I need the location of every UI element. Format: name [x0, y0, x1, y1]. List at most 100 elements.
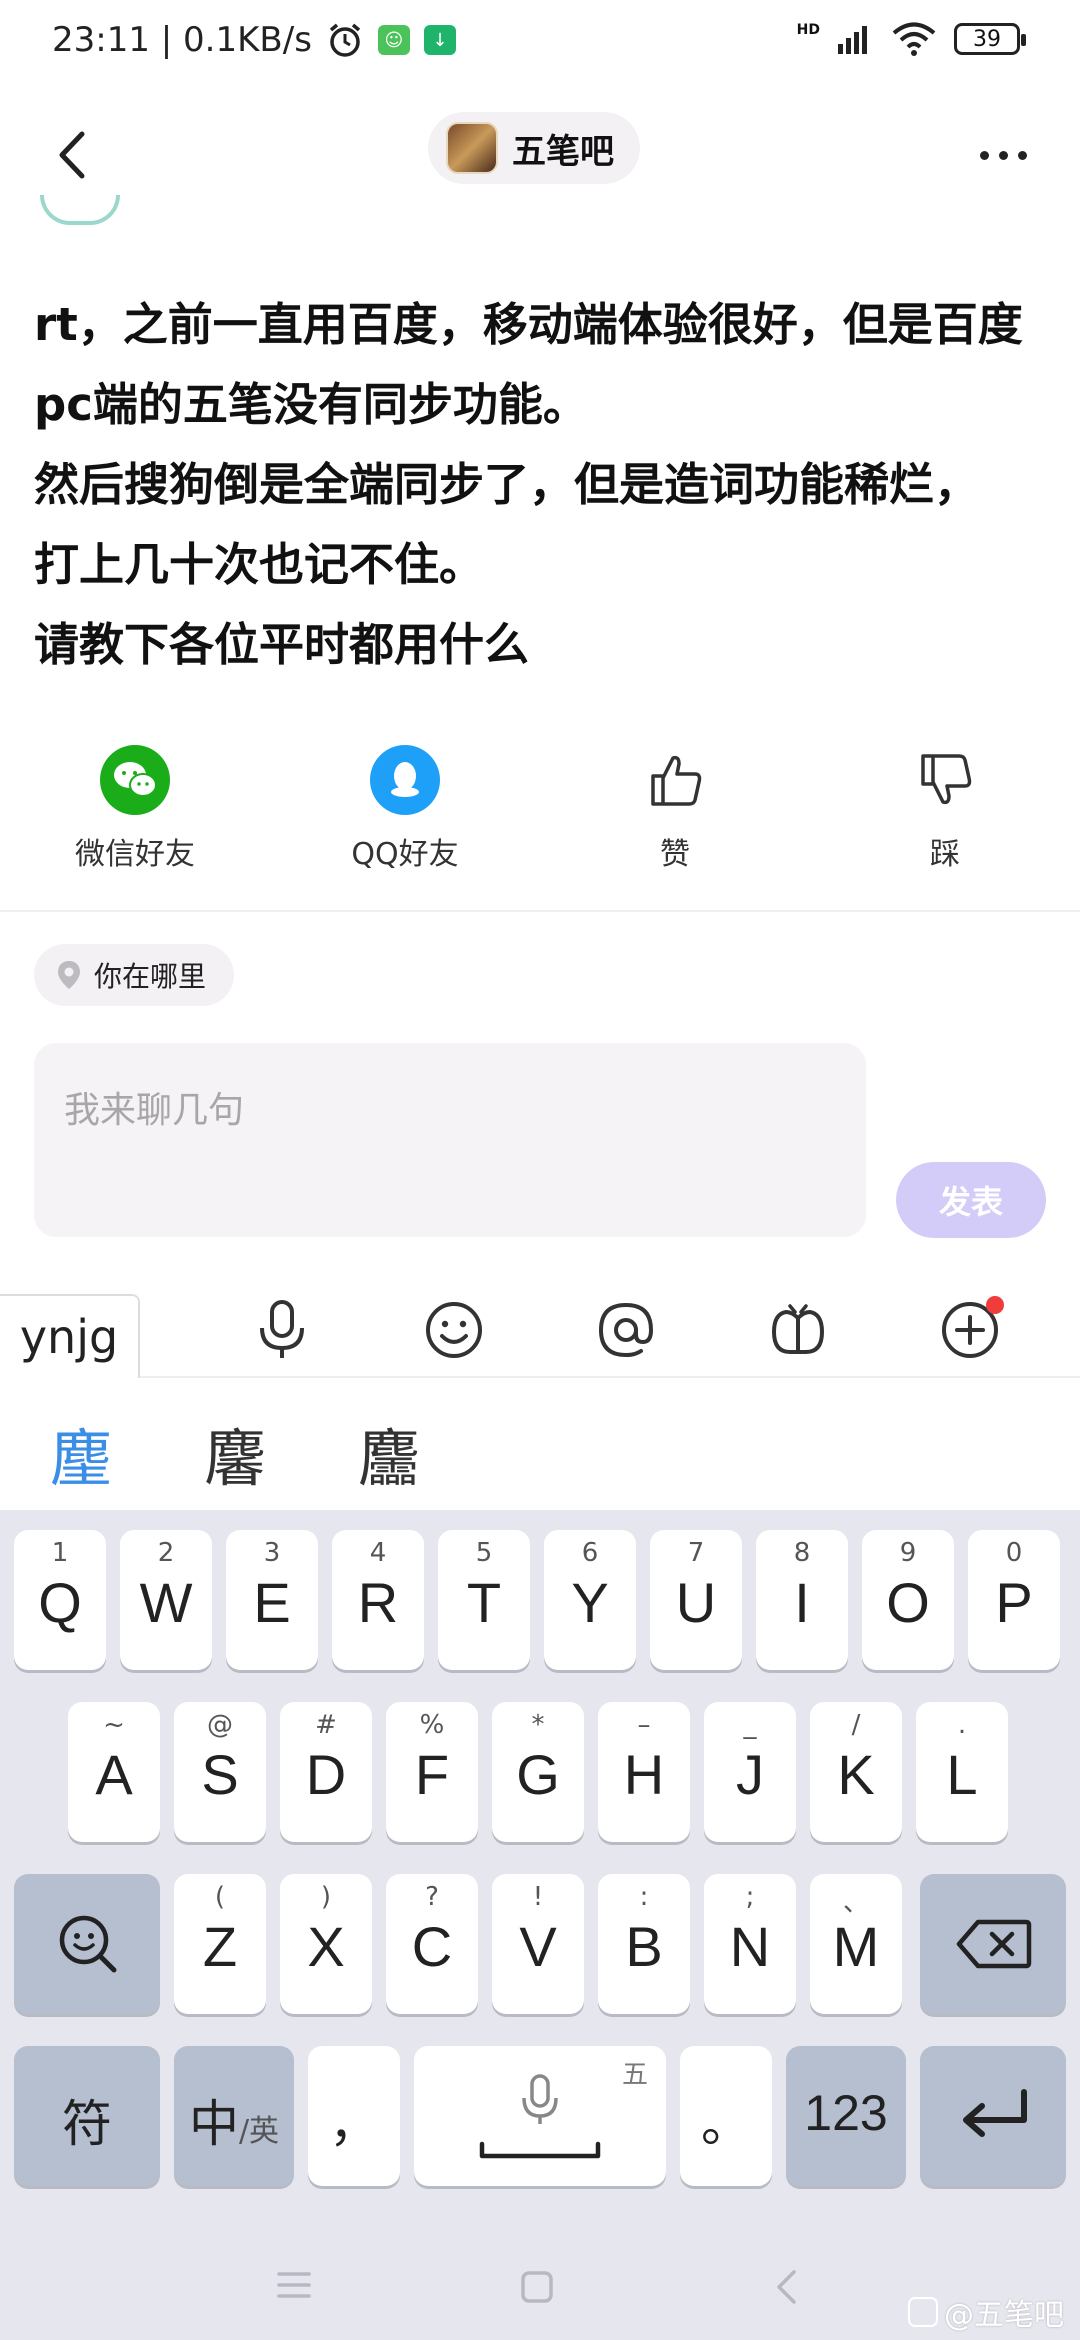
- thumbs-down-icon: [910, 745, 980, 815]
- more-attachments-button[interactable]: [934, 1294, 1006, 1366]
- tv-gift-icon: [772, 1304, 824, 1354]
- ime-composition: ynjg: [0, 1294, 140, 1378]
- key-main: E: [253, 1571, 291, 1634]
- key-i[interactable]: 8I: [756, 1530, 848, 1670]
- key-sub: 0: [1005, 1538, 1023, 1568]
- forum-header-button[interactable]: 五笔吧: [428, 112, 640, 184]
- gift-button[interactable]: [762, 1294, 834, 1366]
- key-c[interactable]: ? C: [386, 1874, 478, 2014]
- key-t[interactable]: 5T: [438, 1530, 530, 1670]
- key-k[interactable]: / K: [810, 1702, 902, 1842]
- key-o[interactable]: 9O: [862, 1530, 954, 1670]
- comment-input[interactable]: 我来聊几句: [34, 1043, 866, 1237]
- section-divider: [0, 910, 1080, 912]
- key-s[interactable]: @ S: [174, 1702, 266, 1842]
- space-key[interactable]: 五: [414, 2046, 666, 2186]
- emoji-button[interactable]: [418, 1294, 490, 1366]
- backspace-icon: [956, 1919, 1032, 1969]
- key-z[interactable]: (Z: [174, 1874, 266, 2014]
- network-hd-label: HD: [796, 22, 820, 38]
- key-sub: 1: [51, 1538, 69, 1568]
- more-dot-icon: [1017, 150, 1027, 160]
- key-sub: ?: [425, 1882, 439, 1912]
- key-sub: /: [851, 1710, 861, 1740]
- back-nav-icon[interactable]: [772, 2268, 800, 2306]
- location-pin-icon: [58, 961, 80, 989]
- key-sub: 7: [687, 1538, 705, 1568]
- more-dot-icon: [979, 150, 989, 160]
- location-chip-label: 你在哪里: [94, 960, 207, 993]
- home-nav-icon[interactable]: [520, 2270, 554, 2304]
- key-n[interactable]: ; N: [704, 1874, 796, 2014]
- ime-keyboard: 1Q 2W 3E 4R 5T 6Y 7U 8I 9O 0P ~ A @ S # D %…: [0, 1510, 1080, 2340]
- forum-avatar: [446, 122, 498, 174]
- key-sub: *: [531, 1710, 545, 1740]
- send-button[interactable]: 发表: [896, 1162, 1046, 1238]
- voice-search-key[interactable]: [14, 1874, 160, 2014]
- key-b[interactable]: :B: [598, 1874, 690, 2014]
- key-sub: .: [957, 1710, 967, 1740]
- key-main: T: [466, 1571, 502, 1634]
- smiley-icon: [426, 1302, 482, 1358]
- lang-switch-key[interactable]: 中/英: [174, 2046, 294, 2186]
- search-voice-icon: [59, 1915, 117, 1973]
- key-x[interactable]: ) X: [280, 1874, 372, 2014]
- backspace-key[interactable]: [920, 1874, 1066, 2014]
- key-r[interactable]: 4R: [332, 1530, 424, 1670]
- post-line: 然后搜狗倒是全端同步了，但是造词功能稀烂，: [34, 458, 980, 511]
- key-f[interactable]: % F: [386, 1702, 478, 1842]
- key-main: Q: [38, 1571, 82, 1634]
- share-wechat-button[interactable]: 微信好友: [35, 745, 235, 873]
- key-e[interactable]: 3E: [226, 1530, 318, 1670]
- space-hint: 五: [621, 2060, 648, 2090]
- key-main: K: [837, 1743, 875, 1806]
- ime-candidate-bar: 麈 麘 麢: [0, 1380, 1080, 1510]
- key-sub: ): [320, 1882, 332, 1912]
- like-button[interactable]: 赞: [575, 745, 775, 873]
- forum-name: 五笔吧: [512, 131, 614, 172]
- key-l[interactable]: .L: [916, 1702, 1008, 1842]
- dislike-button[interactable]: 踩: [845, 745, 1045, 873]
- enter-key[interactable]: [920, 2046, 1066, 2186]
- key-w[interactable]: 2W: [120, 1530, 212, 1670]
- key-v[interactable]: ! V: [492, 1874, 584, 2014]
- period-key[interactable]: 。: [680, 2046, 772, 2186]
- key-h[interactable]: – H: [598, 1702, 690, 1842]
- ime-candidate[interactable]: 麘: [204, 1408, 266, 1498]
- back-button[interactable]: [40, 120, 110, 190]
- location-chip[interactable]: 你在哪里: [34, 944, 235, 1006]
- key-sub: _: [743, 1710, 757, 1740]
- more-dot-icon: [998, 150, 1008, 160]
- more-options-button[interactable]: [968, 120, 1038, 190]
- ime-candidate[interactable]: 麢: [358, 1408, 420, 1498]
- key-a[interactable]: ~ A: [68, 1702, 160, 1842]
- comment-toolbar: [0, 1282, 1080, 1378]
- key-u[interactable]: 7U: [650, 1530, 742, 1670]
- mention-button[interactable]: [590, 1294, 662, 1366]
- voice-input-button[interactable]: [246, 1294, 318, 1366]
- key-p[interactable]: 0P: [968, 1530, 1060, 1670]
- key-g[interactable]: * G: [492, 1702, 584, 1842]
- menu-nav-icon[interactable]: [276, 2270, 312, 2300]
- key-main: M: [832, 1915, 880, 1978]
- key-d[interactable]: # D: [280, 1702, 372, 1842]
- comma-key[interactable]: ，: [308, 2046, 400, 2186]
- status-bar: 23:11 | 0.1KB/s ☺ ↓ HD 39: [0, 0, 1080, 90]
- battery-icon: 39: [954, 23, 1026, 55]
- key-y[interactable]: 6Y: [544, 1530, 636, 1670]
- author-avatar-partial[interactable]: [40, 195, 120, 225]
- key-j[interactable]: _ J: [704, 1702, 796, 1842]
- key-main: N: [729, 1915, 771, 1978]
- key-sub: 4: [369, 1538, 387, 1568]
- symbols-key[interactable]: 符: [14, 2046, 160, 2186]
- share-qq-button[interactable]: QQ好友: [305, 745, 505, 873]
- key-m[interactable]: 、 M: [810, 1874, 902, 2014]
- key-main: S: [201, 1743, 239, 1806]
- key-sub: 9: [899, 1538, 917, 1568]
- ime-candidate[interactable]: 麈: [50, 1408, 112, 1498]
- key-main: J: [736, 1743, 764, 1806]
- key-q[interactable]: 1Q: [14, 1530, 106, 1670]
- key-main: O: [886, 1571, 930, 1634]
- key-sub: ~: [103, 1710, 125, 1740]
- numbers-key[interactable]: 123: [786, 2046, 906, 2186]
